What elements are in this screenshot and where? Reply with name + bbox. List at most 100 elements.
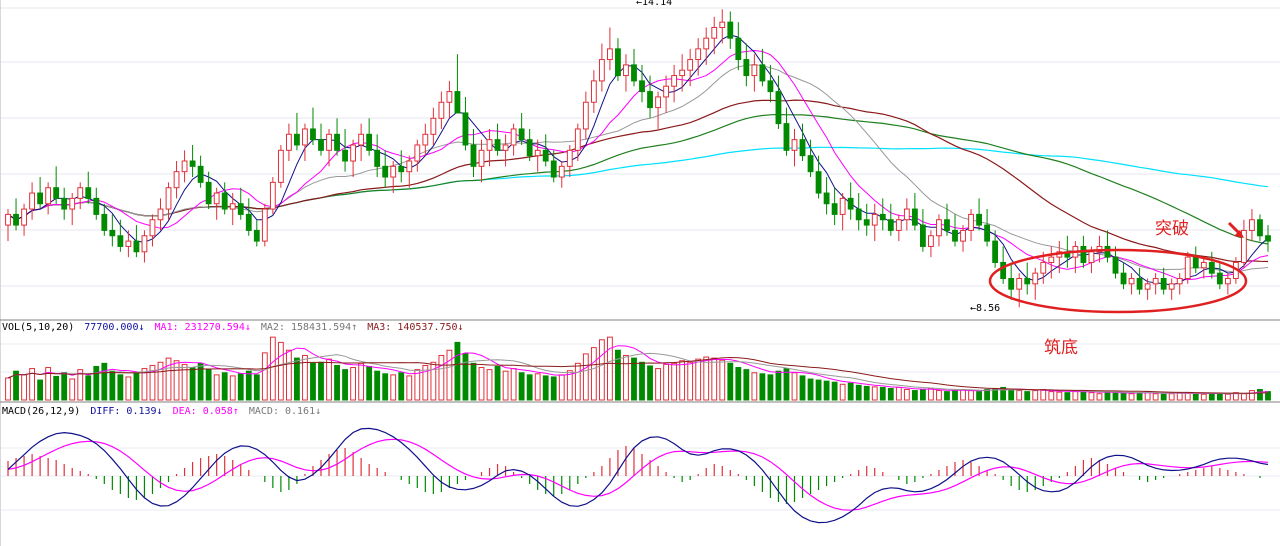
candle [261,203,268,247]
volume-value: 77700.000↓ [84,322,145,333]
candle [446,80,453,119]
candle-body [1008,277,1015,290]
candle-body [470,144,477,167]
volume-bar [1008,389,1015,401]
candle-body [61,197,68,210]
volume-bar [173,360,180,401]
volume-bar [213,374,220,401]
candle [655,91,661,129]
candle-body [743,59,750,77]
candle [1257,214,1263,242]
candle-body [936,219,942,237]
candle-body [1040,261,1047,274]
candle [310,107,316,145]
volume-bar [133,372,140,401]
candle [302,123,308,161]
candle [743,43,750,87]
candle [558,161,565,188]
volume-bar [1136,392,1143,401]
candle-body [735,37,742,61]
candle-body [887,219,894,231]
candle [607,27,613,71]
volume-bar [277,341,284,401]
candle [181,150,188,183]
candle [205,171,212,210]
volume-bar [1112,391,1119,401]
candle [245,198,252,236]
candle-body [109,229,116,237]
volume-ma-lines [7,345,1269,395]
volume-bar [799,375,806,401]
candle [1192,246,1199,274]
candle-body [1136,277,1143,290]
candle [1048,246,1055,279]
volume-bar [911,390,918,401]
volume-bar [976,391,982,401]
volume-bar [382,373,389,401]
candle [1208,251,1215,279]
volume-legend: VOL(5,10,20) 77700.000↓ MA1: 231270.594↓… [2,322,468,334]
candle-body [1048,256,1055,263]
volume-bar [1088,392,1095,401]
volume-bar [639,361,645,401]
volume-bar [1040,389,1047,401]
candle-body [181,160,188,173]
candle [45,182,52,215]
candle-body [518,128,525,141]
candle-body [944,219,950,231]
candle-body [615,48,621,77]
candle-body [77,187,84,199]
ma-blue-line [7,34,1269,286]
candle [1152,273,1159,295]
candle-body [478,149,485,167]
volume-bar [590,347,597,401]
volume-bar [478,367,485,401]
volume-bar [446,349,453,401]
macd-diff: DIFF: 0.139↓ [90,406,163,417]
volume-bar [936,390,942,401]
volume-bar [37,379,44,401]
candle-body [494,139,501,151]
candle [1008,262,1015,300]
macd-diff-line [7,427,1269,524]
candle-body [952,229,958,242]
volume-ma1: MA1: 231270.594↓ [154,322,251,333]
candle [751,54,758,92]
candle-body [542,149,549,162]
candle [197,155,204,188]
candle-body [598,59,605,82]
candle [831,187,838,226]
volume-bar [1224,393,1231,401]
volume-bar [582,353,589,401]
candle-body [454,91,461,114]
volume-bar [791,372,798,401]
candle-body [358,133,365,146]
candle-body [261,208,268,242]
candle-body [759,64,766,82]
candle [663,75,669,113]
volume-bar [310,362,316,401]
candle-body [719,21,726,28]
candle-body [342,149,348,162]
volume-bar [237,373,244,401]
candle [502,134,509,167]
candle [542,134,549,167]
candle [984,209,991,247]
volume-bar [679,360,686,401]
candle-body [863,219,870,226]
candle [1032,267,1039,300]
candle-body [711,26,718,39]
volume-bar [839,383,846,401]
candle [366,118,373,156]
candle-body [390,165,397,178]
volume-bar [350,367,357,401]
volume-bar [1160,393,1167,401]
candle [470,128,477,178]
candle-body [1080,245,1087,263]
volume-bar [486,369,493,401]
volume-bar [358,362,365,401]
volume-bar [687,361,694,401]
candle [928,230,934,258]
candle-body [1168,283,1175,290]
candle [510,123,517,156]
